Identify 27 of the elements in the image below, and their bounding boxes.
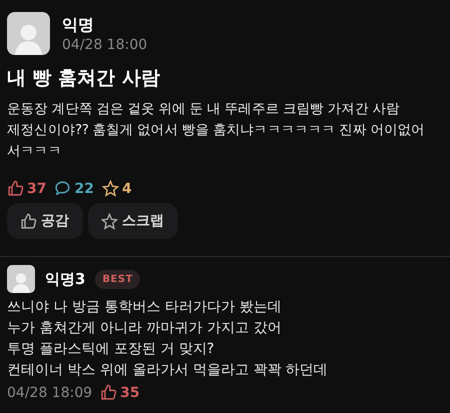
comment-line: 쓰니야 나 방금 통학버스 타러가다가 봤는데 bbox=[7, 298, 282, 317]
scrap-count: 4 bbox=[122, 180, 132, 196]
best-badge: BEST bbox=[95, 270, 140, 288]
comment-count: 22 bbox=[74, 180, 94, 196]
star-icon bbox=[102, 180, 119, 197]
scrap-button[interactable]: 스크랩 bbox=[88, 203, 178, 239]
commenter-name: 익명3 bbox=[45, 270, 86, 288]
post-time: 04/28 18:00 bbox=[62, 36, 148, 52]
like-count: 37 bbox=[27, 180, 46, 196]
avatar-icon bbox=[7, 265, 35, 293]
thumbs-up-icon bbox=[7, 180, 24, 197]
thumbs-up-icon bbox=[100, 384, 118, 401]
like-button[interactable]: 공감 bbox=[7, 203, 83, 239]
author-name: 익명 bbox=[62, 14, 95, 36]
post-title: 내 빵 훔쳐간 사람 bbox=[7, 66, 161, 91]
comment-time: 04/28 18:09 bbox=[7, 384, 92, 400]
post-body-line: 운동장 계단쪽 검은 겉옷 위에 둔 내 뚜레주르 크림빵 가져간 사람 bbox=[7, 100, 401, 119]
comment-line: 컨테이너 박스 위에 올라가서 먹을라고 꽉꽉 하던데 bbox=[7, 361, 329, 380]
comment-like-count: 35 bbox=[120, 384, 140, 400]
avatar-icon bbox=[7, 12, 50, 55]
post-body-line: 제정신이야?? 훔칠게 없어서 빵을 훔치냐ㅋㅋㅋㅋㅋㅋ 진짜 어이없어 bbox=[7, 121, 426, 140]
thumbs-up-icon bbox=[20, 212, 37, 230]
star-icon bbox=[101, 212, 118, 230]
comment-icon bbox=[54, 180, 72, 197]
comment-line: 투명 플라스틱에 포장된 거 맞지? bbox=[7, 340, 216, 359]
post-body-line: 서ㅋㅋㅋ bbox=[7, 142, 62, 161]
comment-line: 누가 훔쳐간게 아니라 까마귀가 가지고 갔어 bbox=[7, 319, 282, 338]
